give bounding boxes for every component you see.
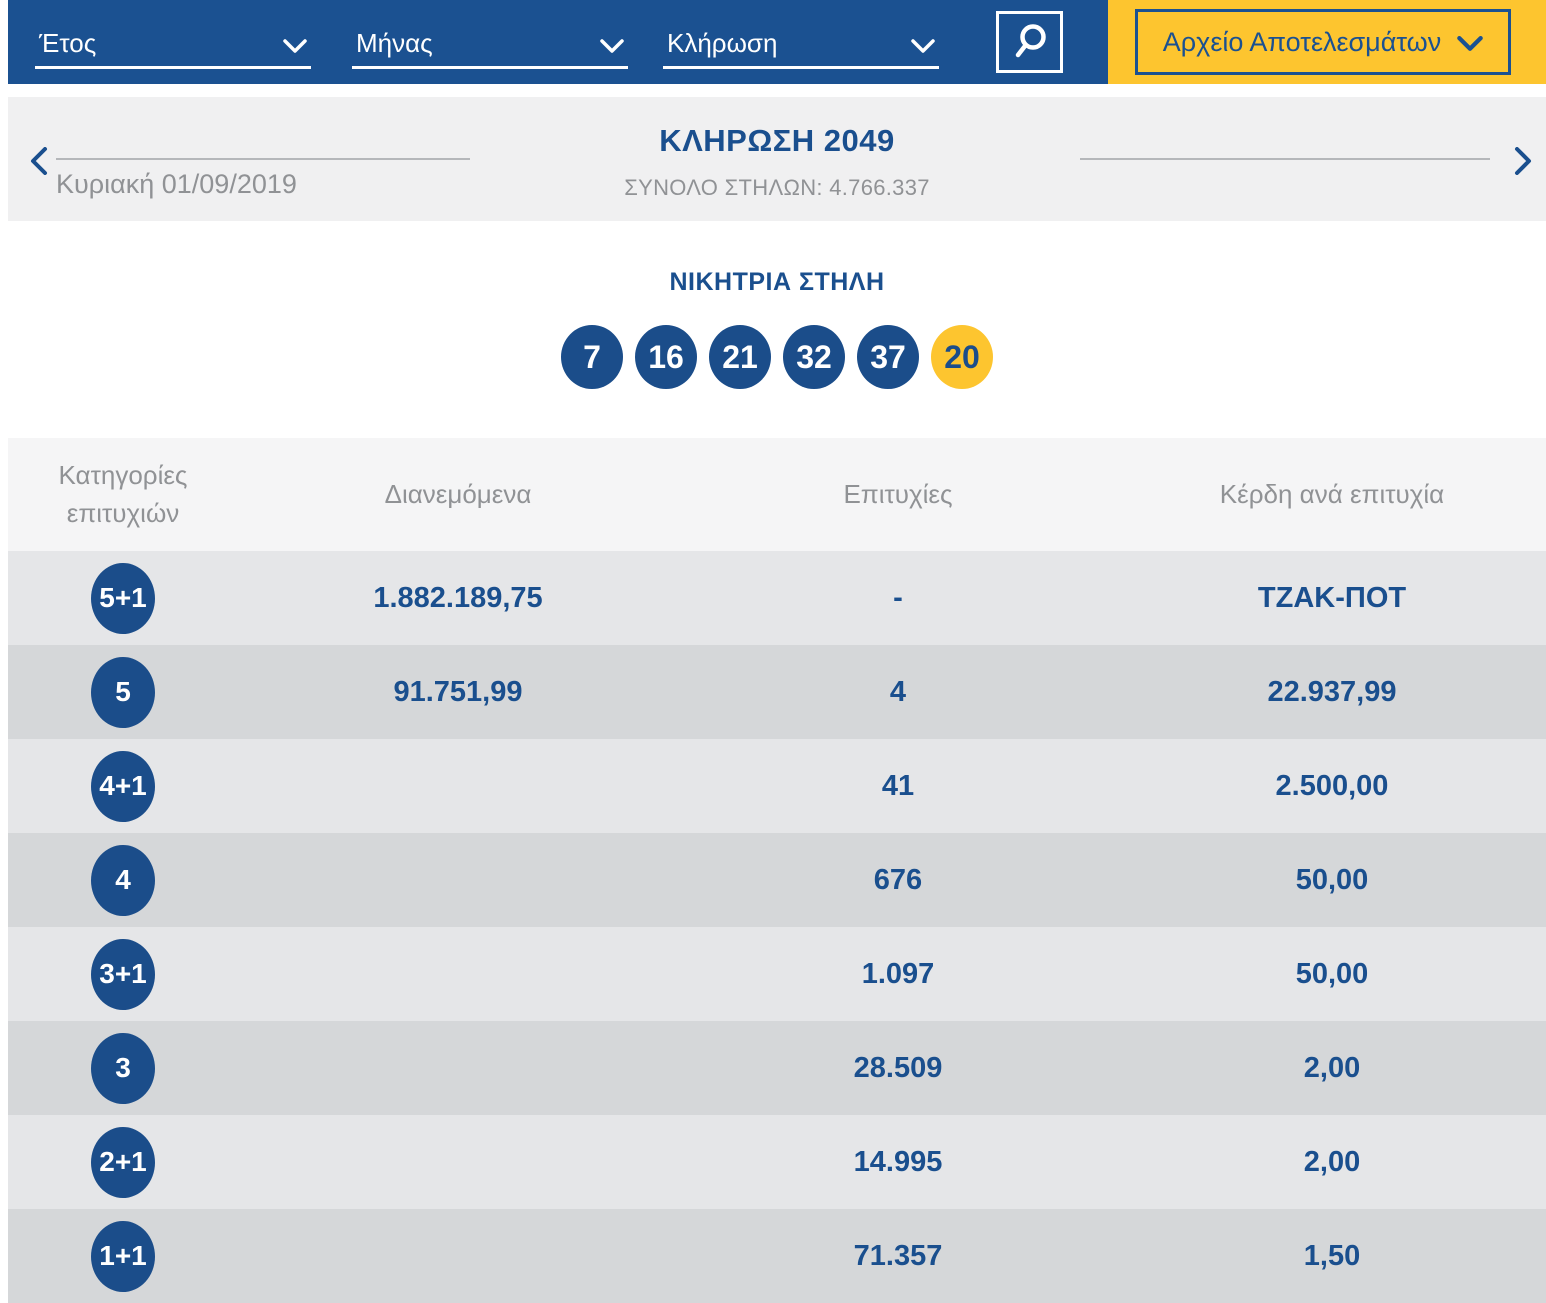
winning-number-ball: 21 <box>709 325 771 389</box>
category-cell: 3 <box>8 1032 238 1104</box>
column-header-distributed: Διανεμόμενα <box>384 479 532 509</box>
year-dropdown[interactable]: Έτος <box>35 15 311 69</box>
payout-cell: ΤΖΑΚ-ΠΟΤ <box>1257 581 1407 614</box>
category-cell: 4 <box>8 844 238 916</box>
winning-number-ball: 32 <box>783 325 845 389</box>
payout-cell: 22.937,99 <box>1267 675 1397 708</box>
next-draw-icon[interactable] <box>1514 147 1532 175</box>
category-cell: 4+1 <box>8 750 238 822</box>
category-cell: 5 <box>8 656 238 728</box>
archive-panel: Αρχείο Αποτελεσμάτων <box>1108 0 1546 84</box>
payout-cell: 50,00 <box>1295 863 1369 896</box>
winning-column-title: ΝΙΚΗΤΡΙΑ ΣΤΗΛΗ <box>669 268 885 296</box>
table-row: 5 91.751,99 4 22.937,99 <box>8 645 1546 739</box>
results-archive-button[interactable]: Αρχείο Αποτελεσμάτων <box>1135 9 1511 75</box>
payout-cell: 2,00 <box>1303 1051 1361 1084</box>
divider <box>8 84 1546 97</box>
filter-toolbar: Έτος Μήνας Κλήρωση Αρχείο Αποτελεσμάτων <box>8 0 1546 84</box>
winning-column-section: ΝΙΚΗΤΡΙΑ ΣΤΗΛΗ 7 16 21 32 37 20 <box>8 221 1546 389</box>
payout-cell: 1,50 <box>1303 1239 1361 1272</box>
distributed-cell: 1.882.189,75 <box>373 581 543 614</box>
winners-cell: 28.509 <box>853 1051 943 1084</box>
winners-cell: 1.097 <box>861 957 935 990</box>
month-dropdown[interactable]: Μήνας <box>352 15 628 69</box>
results-archive-label: Αρχείο Αποτελεσμάτων <box>1162 26 1442 57</box>
category-badge: 3 <box>91 1032 155 1104</box>
winners-cell: - <box>893 581 903 614</box>
draw-navigation: Κυριακή 01/09/2019 ΚΛΗΡΩΣΗ 2049 ΣΥΝΟΛΟ Σ… <box>8 97 1546 221</box>
category-badge: 2+1 <box>91 1126 155 1198</box>
chevron-down-icon <box>1457 36 1484 51</box>
chevron-down-icon <box>283 39 307 53</box>
magnifier-icon <box>1015 24 1046 58</box>
distributed-cell: 91.751,99 <box>393 675 523 708</box>
winning-number-ball: 16 <box>635 325 697 389</box>
category-badge: 5+1 <box>91 562 155 634</box>
column-header-categories: Κατηγορίες επιτυχιών <box>58 459 188 528</box>
results-table: Κατηγορίες επιτυχιών Διανεμόμενα Επιτυχί… <box>8 438 1546 1303</box>
draw-title: ΚΛΗΡΩΣΗ 2049 <box>659 123 895 158</box>
category-badge: 1+1 <box>91 1220 155 1292</box>
table-row: 4+1 41 2.500,00 <box>8 739 1546 833</box>
winning-numbers: 7 16 21 32 37 20 <box>8 325 1546 389</box>
category-badge: 3+1 <box>91 938 155 1010</box>
table-row: 1+1 71.357 1,50 <box>8 1209 1546 1303</box>
winners-cell: 41 <box>881 769 915 802</box>
column-header-winners: Επιτυχίες <box>843 479 953 509</box>
table-row: 3+1 1.097 50,00 <box>8 927 1546 1021</box>
table-row: 4 676 50,00 <box>8 833 1546 927</box>
table-row: 5+1 1.882.189,75 - ΤΖΑΚ-ΠΟΤ <box>8 551 1546 645</box>
category-badge: 4 <box>91 844 155 916</box>
winners-cell: 676 <box>873 863 923 896</box>
table-row: 3 28.509 2,00 <box>8 1021 1546 1115</box>
draw-dropdown[interactable]: Κλήρωση <box>663 15 939 69</box>
category-badge: 5 <box>91 656 155 728</box>
payout-cell: 50,00 <box>1295 957 1369 990</box>
results-rows: 5+1 1.882.189,75 - ΤΖΑΚ-ΠΟΤ 5 91.751,99 4 22.93… <box>8 551 1546 1303</box>
payout-cell: 2,00 <box>1303 1145 1361 1178</box>
column-header-payout: Κέρδη ανά επιτυχία <box>1219 479 1445 509</box>
draw-dropdown-label: Κλήρωση <box>667 28 778 58</box>
category-cell: 3+1 <box>8 938 238 1010</box>
table-row: 2+1 14.995 2,00 <box>8 1115 1546 1209</box>
winning-number-ball: 37 <box>857 325 919 389</box>
category-cell: 5+1 <box>8 562 238 634</box>
payout-cell: 2.500,00 <box>1275 769 1389 802</box>
chevron-down-icon <box>911 39 935 53</box>
chevron-down-icon <box>600 39 624 53</box>
month-dropdown-label: Μήνας <box>356 28 433 58</box>
winners-cell: 4 <box>889 675 907 708</box>
table-header-row: Κατηγορίες επιτυχιών Διανεμόμενα Επιτυχί… <box>8 438 1546 551</box>
winners-cell: 71.357 <box>853 1239 943 1272</box>
winning-number-ball: 7 <box>561 325 623 389</box>
search-button[interactable] <box>996 11 1063 73</box>
joker-number-ball: 20 <box>931 325 993 389</box>
category-cell: 1+1 <box>8 1220 238 1292</box>
winners-cell: 14.995 <box>853 1145 943 1178</box>
divider-line <box>1080 158 1490 160</box>
category-cell: 2+1 <box>8 1126 238 1198</box>
category-badge: 4+1 <box>91 750 155 822</box>
year-dropdown-label: Έτος <box>39 28 97 58</box>
total-columns: ΣΥΝΟΛΟ ΣΤΗΛΩΝ: 4.766.337 <box>624 175 930 200</box>
